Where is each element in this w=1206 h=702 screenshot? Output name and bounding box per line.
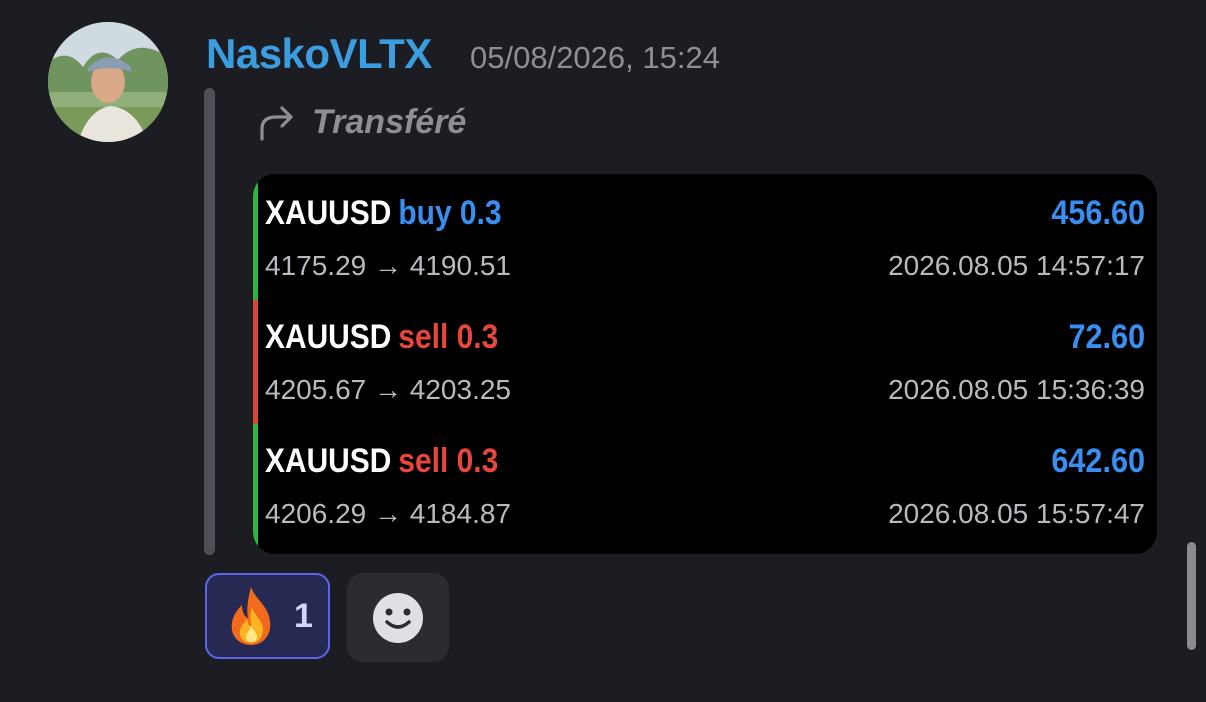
trade-profit: 456.60 xyxy=(1051,194,1145,232)
trade-status-stripe xyxy=(253,300,258,424)
trade-row: XAUUSD sell 0.3 72.60 4205.67 → 4203.25 2… xyxy=(253,300,1157,424)
trade-volume: 0.3 xyxy=(456,442,499,480)
trade-prices: 4175.29 → 4190.51 xyxy=(265,250,511,282)
trade-prices: 4206.29 → 4184.87 xyxy=(265,498,511,530)
reaction-fire[interactable]: 1 xyxy=(205,573,330,659)
trade-symbol: XAUUSD xyxy=(265,194,392,232)
trade-volume: 0.3 xyxy=(459,194,502,232)
smiley-icon xyxy=(373,592,423,643)
trade-open-price: 4205.67 xyxy=(265,374,367,405)
trade-side: sell xyxy=(398,442,449,480)
trade-time: 2026.08.05 14:57:17 xyxy=(888,250,1145,281)
trade-symbol: XAUUSD xyxy=(265,318,392,356)
username[interactable]: NaskoVLTX xyxy=(206,30,432,78)
trade-close-price: 4190.51 xyxy=(409,250,511,281)
trade-row: XAUUSD sell 0.3 642.60 4206.29 → 4184.87 … xyxy=(253,424,1157,548)
add-reaction-button[interactable] xyxy=(347,573,449,662)
trade-title: XAUUSD buy 0.3 xyxy=(265,194,502,233)
trade-time: 2026.08.05 15:36:39 xyxy=(888,374,1145,405)
trade-profit: 72.60 xyxy=(1068,318,1145,356)
trade-row: XAUUSD buy 0.3 456.60 4175.29 → 4190.51 2… xyxy=(253,176,1157,300)
trade-volume: 0.3 xyxy=(456,318,499,356)
arrow-icon: → xyxy=(374,498,402,529)
trade-title: XAUUSD sell 0.3 xyxy=(265,442,498,481)
trade-side: sell xyxy=(398,318,449,356)
trade-open-price: 4175.29 xyxy=(265,250,367,281)
arrow-icon: → xyxy=(374,374,402,405)
forwarded-label: Transféré xyxy=(312,102,467,141)
trade-close-price: 4203.25 xyxy=(409,374,511,405)
trade-status-stripe xyxy=(253,424,258,548)
arrow-icon: → xyxy=(374,250,402,281)
trade-title: XAUUSD sell 0.3 xyxy=(265,318,498,357)
reaction-count: 1 xyxy=(294,596,313,635)
trade-status-stripe xyxy=(253,176,258,300)
message-timestamp: 05/08/2026, 15:24 xyxy=(470,40,720,75)
avatar-image xyxy=(48,22,168,142)
forward-arrow-icon xyxy=(260,106,293,141)
trade-profit: 642.60 xyxy=(1051,442,1145,480)
trade-side: buy xyxy=(398,194,452,232)
trade-prices: 4205.67 → 4203.25 xyxy=(265,374,511,406)
forwarded-header: Transféré xyxy=(256,100,466,144)
fire-emoji-icon xyxy=(231,587,271,645)
user-avatar[interactable] xyxy=(48,22,168,142)
scrollbar-thumb[interactable] xyxy=(1187,542,1196,650)
forward-quote-bar xyxy=(204,88,215,555)
trade-close-price: 4184.87 xyxy=(409,498,511,529)
trade-open-price: 4206.29 xyxy=(265,498,367,529)
trade-embed: XAUUSD buy 0.3 456.60 4175.29 → 4190.51 2… xyxy=(253,174,1157,554)
trade-time: 2026.08.05 15:57:47 xyxy=(888,498,1145,529)
trade-symbol: XAUUSD xyxy=(265,442,392,480)
